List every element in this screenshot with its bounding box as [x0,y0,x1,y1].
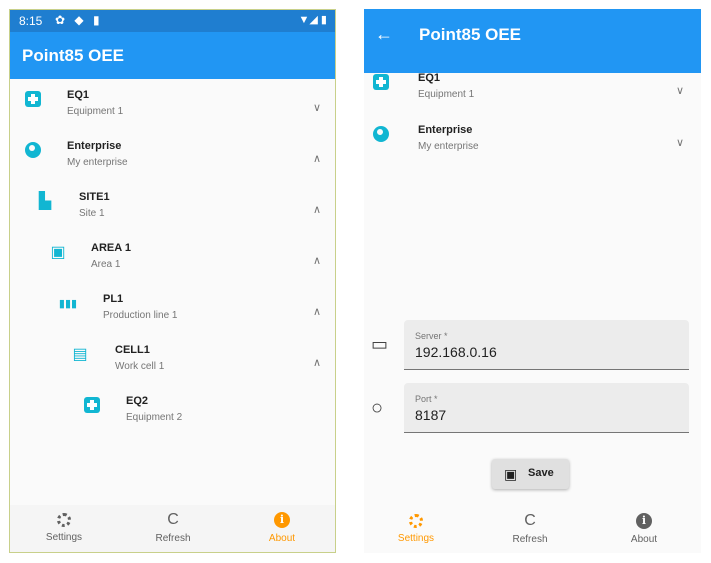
nav-refresh[interactable]: C Refresh [123,505,223,552]
computer-icon: ▭ [371,334,389,354]
node-name: AREA 1 [91,242,131,254]
tree-node-eq1[interactable]: EQ1 Equipment 1 ∨ [364,72,701,114]
tree-node-eq2[interactable]: EQ2 Equipment 2 [10,395,335,437]
port-field[interactable]: Port * 8187 [404,383,689,433]
chevron-up-icon[interactable]: ∧ [313,356,321,369]
port-label: Port * [415,394,438,404]
node-description: Site 1 [79,208,105,219]
chevron-up-icon[interactable]: ∧ [313,305,321,318]
chevron-up-icon[interactable]: ∧ [313,152,321,165]
info-icon [274,512,290,528]
node-description: Production line 1 [103,310,178,321]
tree-node-eq1[interactable]: EQ1 Equipment 1 ∨ [10,89,335,131]
app-bar: ← Point85 OEE [364,9,701,73]
gear-icon [57,513,71,527]
info-icon [636,513,652,529]
node-description: Work cell 1 [115,361,165,372]
port-input[interactable]: 8187 [415,407,446,423]
equipment-icon [82,395,102,415]
node-description: Equipment 2 [126,412,183,423]
nav-label: Settings [397,533,435,544]
tree-screen: 8:15 ✿ ◆ ▮ ▼◢ ▮ Point85 OEE EQ1 Equipmen… [9,9,336,553]
back-arrow-icon[interactable]: ← [375,24,393,45]
nav-settings[interactable]: Settings [366,506,466,553]
node-name: SITE1 [79,191,110,203]
node-description: Equipment 1 [67,106,124,117]
bottom-navigation: Settings C Refresh About [364,506,701,553]
settings-screen: ← Point85 OEE EQ1 Equipment 1 ∨ Enterpri… [364,9,701,553]
gear-icon [409,514,423,528]
node-name: CELL1 [115,344,150,356]
chevron-down-icon[interactable]: ∨ [676,136,684,149]
globe-icon [371,124,391,144]
node-name: PL1 [103,293,124,305]
work-cell-icon: ▤ [72,346,88,363]
server-label: Server * [415,331,448,341]
status-time: 8:15 [19,14,43,28]
node-description: My enterprise [418,141,479,152]
server-field[interactable]: Server * 192.168.0.16 [404,320,689,370]
chevron-down-icon[interactable]: ∨ [313,101,321,114]
nav-about[interactable]: About [594,506,694,553]
nav-label: About [268,533,296,544]
server-input[interactable]: 192.168.0.16 [415,344,497,360]
globe-icon [23,140,43,160]
refresh-icon: C [167,511,179,528]
chevron-up-icon[interactable]: ∧ [313,203,321,216]
node-name: Enterprise [418,124,473,136]
node-description: Area 1 [91,259,121,270]
node-name: Enterprise [67,140,122,152]
tree-node-pl1[interactable]: ▮▮▮ PL1 Production line 1 ∧ [10,293,335,335]
save-icon: ▣ [504,466,518,482]
nav-label: Settings [45,532,83,543]
production-line-icon: ▮▮▮ [58,297,78,310]
node-name: EQ1 [67,89,90,101]
save-label: Save [528,467,554,479]
equipment-icon [371,72,391,92]
nav-about[interactable]: About [232,505,332,552]
tree-node-enterprise[interactable]: Enterprise My enterprise ∨ [364,124,701,166]
site-icon: ▙ [38,193,52,210]
bottom-navigation: Settings C Refresh About [10,505,335,552]
notification-icons: ✿ ◆ ▮ [55,13,103,27]
app-title: Point85 OEE [419,25,522,44]
node-name: EQ1 [418,72,441,84]
area-icon: ▣ [50,244,66,261]
refresh-icon: C [524,512,536,529]
chevron-down-icon[interactable]: ∨ [676,84,684,97]
nav-settings[interactable]: Settings [14,505,114,552]
node-description: Equipment 1 [418,89,475,100]
equipment-icon [23,89,43,109]
node-description: My enterprise [67,157,128,168]
circle-icon: ○ [371,397,384,419]
tree-node-area1[interactable]: ▣ AREA 1 Area 1 ∧ [10,242,335,284]
nav-label: Refresh [155,533,191,544]
tree-node-site1[interactable]: ▙ SITE1 Site 1 ∧ [10,191,335,233]
tree-node-cell1[interactable]: ▤ CELL1 Work cell 1 ∧ [10,344,335,386]
app-title: Point85 OEE [22,46,125,65]
app-bar: Point85 OEE [10,32,335,79]
nav-label: Refresh [512,534,548,545]
chevron-up-icon[interactable]: ∧ [313,254,321,267]
node-name: EQ2 [126,395,149,407]
save-button[interactable]: ▣ Save [492,459,569,489]
signal-battery-icons: ▼◢ ▮ [298,14,327,26]
nav-label: About [630,534,658,545]
tree-node-enterprise[interactable]: Enterprise My enterprise ∧ [10,140,335,182]
status-bar: 8:15 ✿ ◆ ▮ ▼◢ ▮ [10,10,335,32]
nav-refresh[interactable]: C Refresh [480,506,580,553]
